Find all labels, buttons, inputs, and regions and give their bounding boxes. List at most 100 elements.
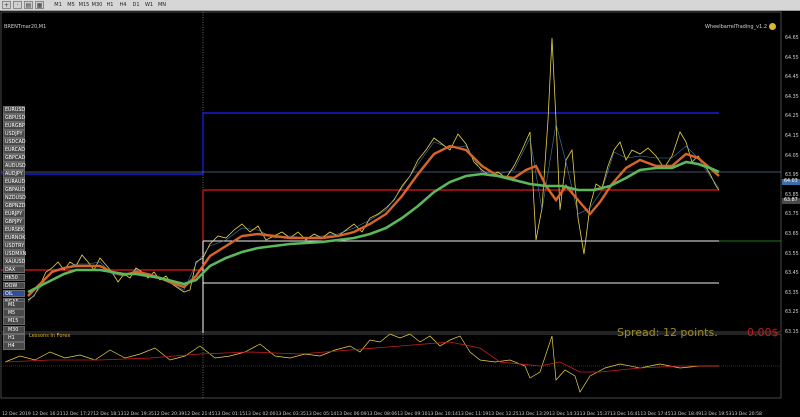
time-tick-label: 13 Dec 14:33 [549, 412, 580, 417]
timeframe-button-m15[interactable]: M15 [3, 317, 25, 326]
price-tick-label: 64.25 [785, 114, 799, 120]
time-tick-label: 12 Dec 17:27 [62, 412, 94, 417]
symbol-button-usdtry[interactable]: USDTRY [3, 241, 25, 250]
symbol-button-eursek[interactable]: EURSEK [3, 225, 25, 234]
symbol-button-eurcad[interactable]: EURCAD [3, 145, 25, 154]
time-tick-label: 13 Dec 13:29 [518, 412, 550, 417]
symbol-button-gbpcad[interactable]: GBPCAD [3, 153, 25, 162]
time-tick-label: 13 Dec 02:00 [245, 412, 276, 417]
price-series-yellow [27, 37, 720, 301]
price-tick-label: 63.95 [785, 173, 799, 179]
chart-type-icon[interactable]: ▤ [24, 1, 33, 9]
time-tick-label: 13 Dec 09:10 [397, 412, 428, 417]
price-tick-label: 64.65 [785, 36, 799, 41]
buy-level-line [1, 112, 719, 175]
chart-window[interactable]: BRENTmar20,M1 WheelbarrelTrading_v1.2 EU… [0, 11, 800, 417]
bid-price-box: 63.87 [782, 198, 800, 204]
time-tick-label: 13 Dec 18:49 [670, 412, 702, 417]
symbol-button-eurnok[interactable]: EURNOK [3, 233, 25, 242]
crosshair-icon[interactable]: + [2, 1, 11, 9]
time-tick-label: 12 Dec 20:39 [154, 412, 185, 417]
toolbar-timeframe-d1[interactable]: D1 [130, 1, 142, 9]
spread-label: Spread: 12 points. [617, 326, 718, 339]
symbol-button-dax[interactable]: DAX [3, 265, 25, 274]
symbol-button-panel: EURUSD GBPUSD EURGBP USDJPY USDCAD EURCAD GBPC… [3, 106, 26, 306]
price-tick-label: 63.65 [785, 232, 799, 237]
symbol-button-audjpy[interactable]: AUDJPY [3, 169, 25, 178]
symbol-button-dow[interactable]: DOW [3, 281, 25, 290]
price-tick-label: 64.35 [785, 94, 799, 100]
toolbar-timeframe-w1[interactable]: W1 [143, 1, 155, 9]
price-tick-label: 63.75 [785, 212, 799, 218]
settings-icon[interactable]: ▦ [35, 1, 44, 9]
toolbar-timeframe-m1[interactable]: M1 [52, 1, 64, 9]
time-tick-label: 13 Dec 01:15 [214, 412, 246, 417]
time-tick-label: 12 Dec 2019 [2, 412, 31, 417]
current-price-box: 64.03 [782, 179, 800, 185]
zoom-icon[interactable]: · [13, 1, 22, 9]
symbol-button-eurjpy[interactable]: EURJPY [3, 209, 25, 218]
price-tick-label: 63.35 [785, 290, 799, 296]
price-tick-label: 63.45 [785, 271, 799, 277]
timeframe-button-h1[interactable]: H1 [3, 333, 25, 342]
symbol-button-gbpjpy[interactable]: GBPJPY [3, 217, 25, 226]
symbol-button-hk50[interactable]: HK50 [3, 273, 25, 282]
symbol-button-gbpusd[interactable]: GBPUSD [3, 113, 25, 122]
time-tick-label: 13 Dec 20:58 [731, 412, 762, 417]
price-tick-label: 63.25 [785, 310, 799, 316]
profit-label: 0.00$ [747, 326, 779, 339]
smiley-icon [769, 23, 776, 30]
toolbar-timeframe-h4[interactable]: H4 [117, 1, 129, 9]
time-tick-label: 13 Dec 06:09 [336, 412, 367, 417]
time-tick-label: 13 Dec 19:53 [701, 412, 732, 417]
time-tick-label: 13 Dec 15:37 [579, 412, 610, 417]
symbol-button-nzdusd[interactable]: NZDUSD [3, 193, 26, 202]
symbol-button-audusd[interactable]: AUDUSD [3, 161, 26, 170]
toolbar-timeframe-h1[interactable]: H1 [104, 1, 116, 9]
price-tick-label: 64.55 [785, 55, 799, 61]
time-tick-label: 12 Dec 19:35 [123, 412, 154, 417]
price-tick-label: 64.45 [785, 75, 799, 81]
time-tick-label: 13 Dec 05:14 [306, 412, 337, 417]
toolbar-timeframe-m30[interactable]: M30 [91, 1, 103, 9]
time-tick-label: 12 Dec 18:13 [93, 412, 124, 417]
time-tick-label: 13 Dec 17:45 [640, 412, 671, 417]
timeframe-button-m5[interactable]: M5 [3, 309, 25, 318]
timeframe-toolbar: + · ▤ ▦ M1 M5 M15 M30 H1 H4 D1 W1 MN [0, 0, 800, 11]
lessons-label: Lessons In Forex [29, 333, 71, 339]
time-tick-label: 13 Dec 10:14 [427, 412, 458, 417]
price-chart[interactable] [0, 11, 800, 412]
time-tick-label: 13 Dec 11:19 [458, 412, 489, 417]
chart-title: BRENTmar20,M1 [4, 24, 47, 30]
expert-advisor-name: WheelbarrelTrading_v1.2 [704, 24, 767, 30]
time-tick-label: 13 Dec 12:25 [488, 412, 519, 417]
indicator-signal-line [4, 341, 719, 373]
symbol-button-euraud[interactable]: EURAUD [3, 177, 25, 186]
symbol-button-usdjpy[interactable]: USDJPY [3, 129, 25, 138]
price-tick-label: 63.55 [785, 251, 799, 257]
timeframe-button-m1[interactable]: M1 [3, 301, 25, 309]
time-tick-label: 12 Dec 16:21 [32, 412, 63, 417]
time-tick-label: 12 Dec 21:45 [184, 412, 215, 417]
timeframe-button-m30[interactable]: M30 [3, 325, 25, 334]
symbol-button-eurgbp[interactable]: EURGBP [3, 121, 25, 130]
symbol-button-oil[interactable]: OIL [3, 289, 25, 298]
time-tick-label: 13 Dec 16:41 [610, 412, 641, 417]
symbol-button-usdmxn[interactable]: USDMXN [3, 249, 26, 258]
symbol-button-gbpaud[interactable]: GBPAUD [3, 185, 25, 194]
timeframe-button-panel: M1 M5 M15 M30 H1 H4 [3, 301, 25, 350]
time-tick-label: 13 Dec 08:06 [366, 412, 398, 417]
toolbar-timeframe-m15[interactable]: M15 [78, 1, 90, 9]
price-tick-label: 64.15 [785, 134, 799, 139]
symbol-button-gbpnzd[interactable]: GBPNZD [3, 201, 25, 210]
symbol-button-xauusd[interactable]: XAUUSD [3, 257, 25, 266]
price-tick-label: 63.15 [785, 330, 799, 335]
toolbar-timeframe-mn[interactable]: MN [156, 1, 168, 9]
symbol-button-eurusd[interactable]: EURUSD [3, 106, 25, 114]
time-tick-label: 13 Dec 03:35 [275, 412, 306, 417]
timeframe-button-h4[interactable]: H4 [3, 341, 25, 350]
symbol-button-usdcad[interactable]: USDCAD [3, 137, 26, 146]
price-tick-label: 64.05 [785, 153, 799, 159]
toolbar-timeframe-m5[interactable]: M5 [65, 1, 77, 9]
indicator-histogram [4, 333, 719, 393]
